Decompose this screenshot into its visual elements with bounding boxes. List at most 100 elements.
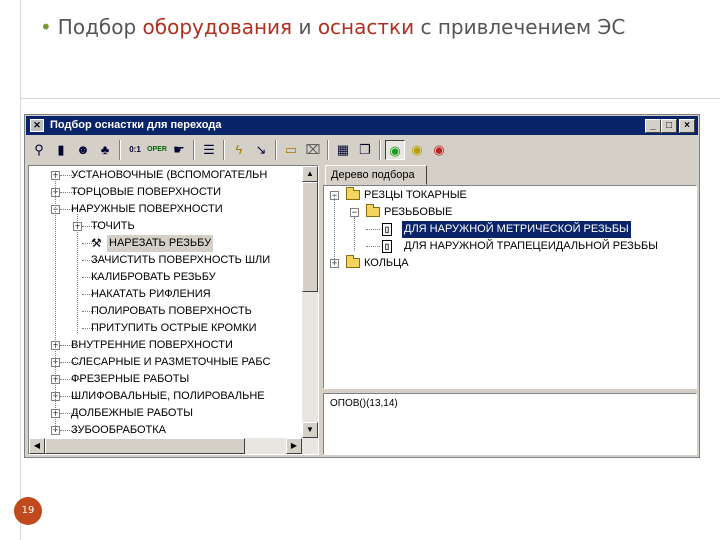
- tree-connector: [366, 229, 380, 230]
- title-accent-tooling: оснастки: [317, 15, 415, 39]
- tree-item[interactable]: + ТОЧИТЬ: [29, 218, 302, 235]
- tool-trash-icon[interactable]: ⌧: [303, 140, 323, 160]
- scroll-left-button[interactable]: ◀: [29, 438, 45, 454]
- tree-item-label: ТОЧИТЬ: [91, 220, 135, 232]
- tooling-selection-window: ✕ Подбор оснастки для перехода _ □ × ⚲ ▮…: [24, 114, 700, 458]
- tree-item[interactable]: ЗАЧИСТИТЬ ПОВЕРХНОСТЬ ШЛИ: [29, 252, 302, 269]
- tree-guide-line: [77, 214, 78, 333]
- selection-tree[interactable]: − РЕЗЦЫ ТОКАРНЫЕ − РЕЗЬБОВЫЕ ▯ ДЛЯ НАРУЖНОЙ М…: [323, 185, 697, 389]
- tree-item[interactable]: ⚒ НАРЕЗАТЬ РЕЗЬБУ: [29, 235, 302, 252]
- tool-people-icon[interactable]: ♣: [95, 140, 115, 160]
- selection-tree-item[interactable]: − РЕЗЬБОВЫЕ: [324, 204, 694, 221]
- selection-tree-item[interactable]: − РЕЗЦЫ ТОКАРНЫЕ: [324, 187, 694, 204]
- scroll-up-button[interactable]: ▲: [302, 166, 318, 182]
- window-title: Подбор оснастки для перехода: [50, 119, 222, 131]
- toolbar-separator: [275, 140, 277, 160]
- app-icon: ✕: [30, 119, 44, 132]
- tree-item[interactable]: + ТОРЦОВЫЕ ПОВЕРХНОСТИ: [29, 184, 302, 201]
- tree-item-label: УСТАНОВОЧНЫЕ (ВСПОМОГАТЕЛЬН: [71, 169, 268, 181]
- tool-pointer-icon[interactable]: ☛: [169, 140, 189, 160]
- slide-top-rule: [20, 98, 720, 99]
- tool-faces-icon[interactable]: ☻: [73, 140, 93, 160]
- horizontal-scroll-thumb[interactable]: [45, 438, 245, 454]
- close-button[interactable]: ×: [679, 119, 695, 133]
- bullet-icon: •: [40, 15, 52, 39]
- tree-item[interactable]: КАЛИБРОВАТЬ РЕЗЬБУ: [29, 269, 302, 286]
- title-accent-equipment: оборудования: [142, 15, 293, 39]
- selection-tree-item[interactable]: ▯ ДЛЯ НАРУЖНОЙ МЕТРИЧЕСКОЙ РЕЗЬБЫ: [324, 221, 694, 238]
- scroll-right-button[interactable]: ▶: [286, 438, 302, 454]
- tab-selection-tree[interactable]: Дерево подбора: [325, 165, 427, 185]
- toolbar-separator: [119, 140, 121, 160]
- tree-item[interactable]: + УСТАНОВОЧНЫЕ (ВСПОМОГАТЕЛЬН: [29, 167, 302, 184]
- tree-item[interactable]: + ВНУТРЕННИЕ ПОВЕРХНОСТИ: [29, 337, 302, 354]
- window-titlebar[interactable]: ✕ Подбор оснастки для перехода _ □ ×: [26, 116, 698, 135]
- title-part-3: с привлечением ЭС: [420, 15, 626, 39]
- tree-item[interactable]: + ДОЛБЕЖНЫЕ РАБОТЫ: [29, 405, 302, 422]
- horizontal-scrollbar[interactable]: ◀ ▶: [29, 438, 318, 454]
- selection-panel: Дерево подбора − РЕЗЦЫ ТОКАРНЫЕ − РЕЗЬБОВЫЕ…: [323, 165, 697, 455]
- document-icon: ▯: [382, 240, 392, 253]
- tree-item[interactable]: + ФРЕЗЕРНЫЕ РАБОТЫ: [29, 371, 302, 388]
- tree-item-label: ДОЛБЕЖНЫЕ РАБОТЫ: [71, 407, 193, 419]
- tool-arrow-icon[interactable]: ↘: [251, 140, 271, 160]
- title-part-1: Подбор: [57, 15, 137, 39]
- threading-tool-icon: ⚒: [91, 236, 102, 250]
- operations-tree[interactable]: + УСТАНОВОЧНЫЕ (ВСПОМОГАТЕЛЬН + ТОРЦОВЫЕ ПО…: [28, 165, 319, 455]
- tree-guide-line: [55, 175, 56, 430]
- tool-book-icon[interactable]: ▮: [51, 140, 71, 160]
- title-part-2: и: [298, 15, 312, 39]
- page-number-badge: 19: [14, 497, 42, 525]
- tool-green-circle-icon[interactable]: ◉: [385, 140, 405, 160]
- selection-tree-item[interactable]: + КОЛЬЦА: [324, 255, 694, 272]
- tree-item[interactable]: + СЛЕСАРНЫЕ И РАЗМЕТОЧНЫЕ РАБС: [29, 354, 302, 371]
- tree-item-label: СЛЕСАРНЫЕ И РАЗМЕТОЧНЫЕ РАБС: [71, 356, 271, 368]
- tree-item[interactable]: + ЗУБООБРАБОТКА: [29, 422, 302, 439]
- tool-yellow-circle-icon[interactable]: ◉: [407, 140, 427, 160]
- tool-lightning-icon[interactable]: ϟ: [229, 140, 249, 160]
- tree-item-label: ПРИТУПИТЬ ОСТРЫЕ КРОМКИ: [91, 322, 257, 334]
- tree-item[interactable]: + ШЛИФОВАЛЬНЫЕ, ПОЛИРОВАЛЬНЕ: [29, 388, 302, 405]
- tool-database-icon[interactable]: ▦: [333, 140, 353, 160]
- toolbar: ⚲ ▮ ☻ ♣ 0:1 OPER ☛ ☰ ϟ ↘ ▭ ⌧ ▦ ❐ ◉ ◉ ◉: [27, 137, 697, 163]
- tree-item[interactable]: НАКАТАТЬ РИФЛЕНИЯ: [29, 286, 302, 303]
- vertical-scrollbar[interactable]: ▲ ▼: [302, 166, 318, 438]
- toolbar-separator: [379, 140, 381, 160]
- scroll-down-button[interactable]: ▼: [302, 422, 318, 438]
- tree-guide-line: [334, 195, 335, 263]
- maximize-button[interactable]: □: [661, 119, 677, 133]
- tree-item-label: ТОРЦОВЫЕ ПОВЕРХНОСТИ: [71, 186, 222, 198]
- tool-counter-icon[interactable]: 0:1: [125, 140, 145, 160]
- toolbar-separator: [193, 140, 195, 160]
- vertical-scroll-thumb[interactable]: [302, 182, 318, 292]
- minimize-button[interactable]: _: [645, 119, 661, 133]
- selection-tree-item-label: ДЛЯ НАРУЖНОЙ МЕТРИЧЕСКОЙ РЕЗЬБЫ: [402, 221, 631, 238]
- tool-folder-icon[interactable]: ▭: [281, 140, 301, 160]
- selection-tree-item-label: КОЛЬЦА: [364, 257, 409, 269]
- tree-item[interactable]: ПОЛИРОВАТЬ ПОВЕРХНОСТЬ: [29, 303, 302, 320]
- tree-item-label: НАРЕЗАТЬ РЕЗЬБУ: [107, 235, 214, 252]
- slide-left-rule: [20, 0, 21, 540]
- tree-guide-line: [354, 217, 355, 251]
- folder-icon: [346, 255, 360, 268]
- tree-item-label: ШЛИФОВАЛЬНЫЕ, ПОЛИРОВАЛЬНЕ: [71, 390, 265, 402]
- tool-zoom-icon[interactable]: ⚲: [29, 140, 49, 160]
- tree-item[interactable]: − НАРУЖНЫЕ ПОВЕРХНОСТИ: [29, 201, 302, 218]
- result-output: ОПОВ()(13,14): [323, 393, 697, 455]
- tool-list-icon[interactable]: ☰: [199, 140, 219, 160]
- tool-operations-icon[interactable]: OPER: [147, 140, 167, 160]
- slide-title: • Подбор оборудования и оснастки с привле…: [40, 12, 710, 42]
- tree-item[interactable]: ПРИТУПИТЬ ОСТРЫЕ КРОМКИ: [29, 320, 302, 337]
- tree-item-label: ФРЕЗЕРНЫЕ РАБОТЫ: [71, 373, 190, 385]
- document-icon: ▯: [382, 223, 392, 236]
- selection-tree-item[interactable]: ▯ ДЛЯ НАРУЖНОЙ ТРАПЕЦЕИДАЛЬНОЙ РЕЗЬБЫ: [324, 238, 694, 255]
- folder-icon: [366, 204, 380, 217]
- tree-item-label: ПОЛИРОВАТЬ ПОВЕРХНОСТЬ: [91, 305, 252, 317]
- collapse-icon[interactable]: −: [350, 208, 359, 217]
- folder-icon: [346, 187, 360, 200]
- tree-item-label: НАКАТАТЬ РИФЛЕНИЯ: [91, 288, 211, 300]
- selection-tree-item-label: РЕЗЬБОВЫЕ: [384, 206, 453, 218]
- tool-red-circle-icon[interactable]: ◉: [429, 140, 449, 160]
- tree-item-label: ЗАЧИСТИТЬ ПОВЕРХНОСТЬ ШЛИ: [91, 254, 271, 266]
- tool-docs-icon[interactable]: ❐: [355, 140, 375, 160]
